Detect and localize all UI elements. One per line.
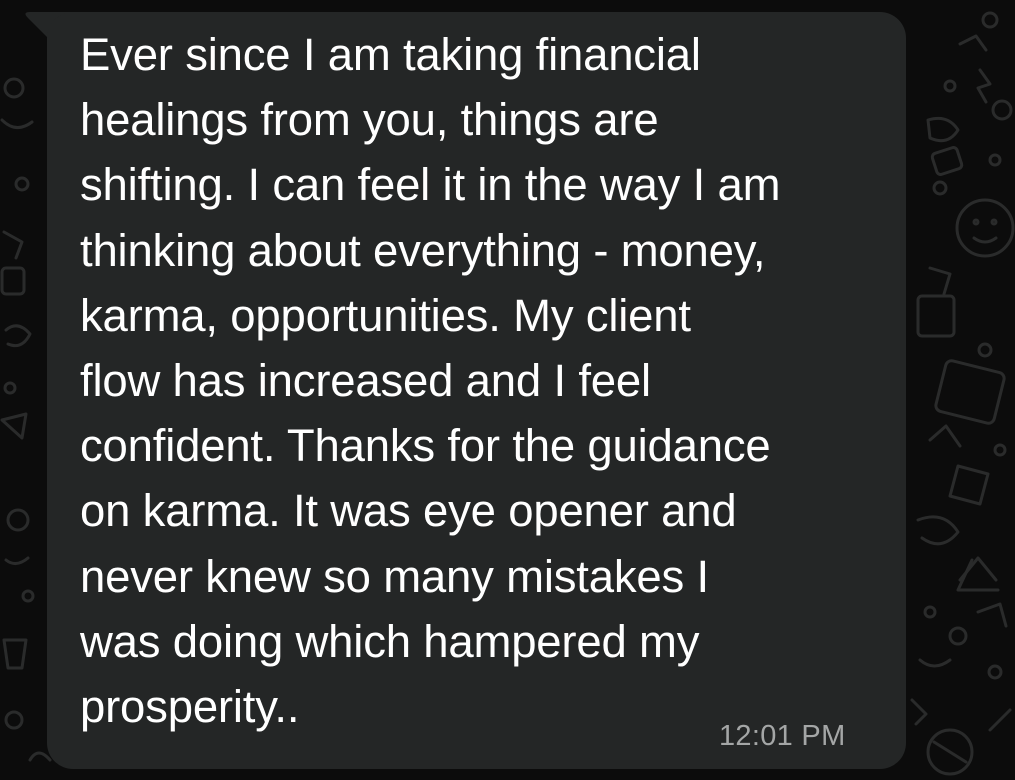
message-text: Ever since I am taking financial healing… xyxy=(80,29,781,733)
message-timestamp: 12:01 PM xyxy=(719,720,846,752)
